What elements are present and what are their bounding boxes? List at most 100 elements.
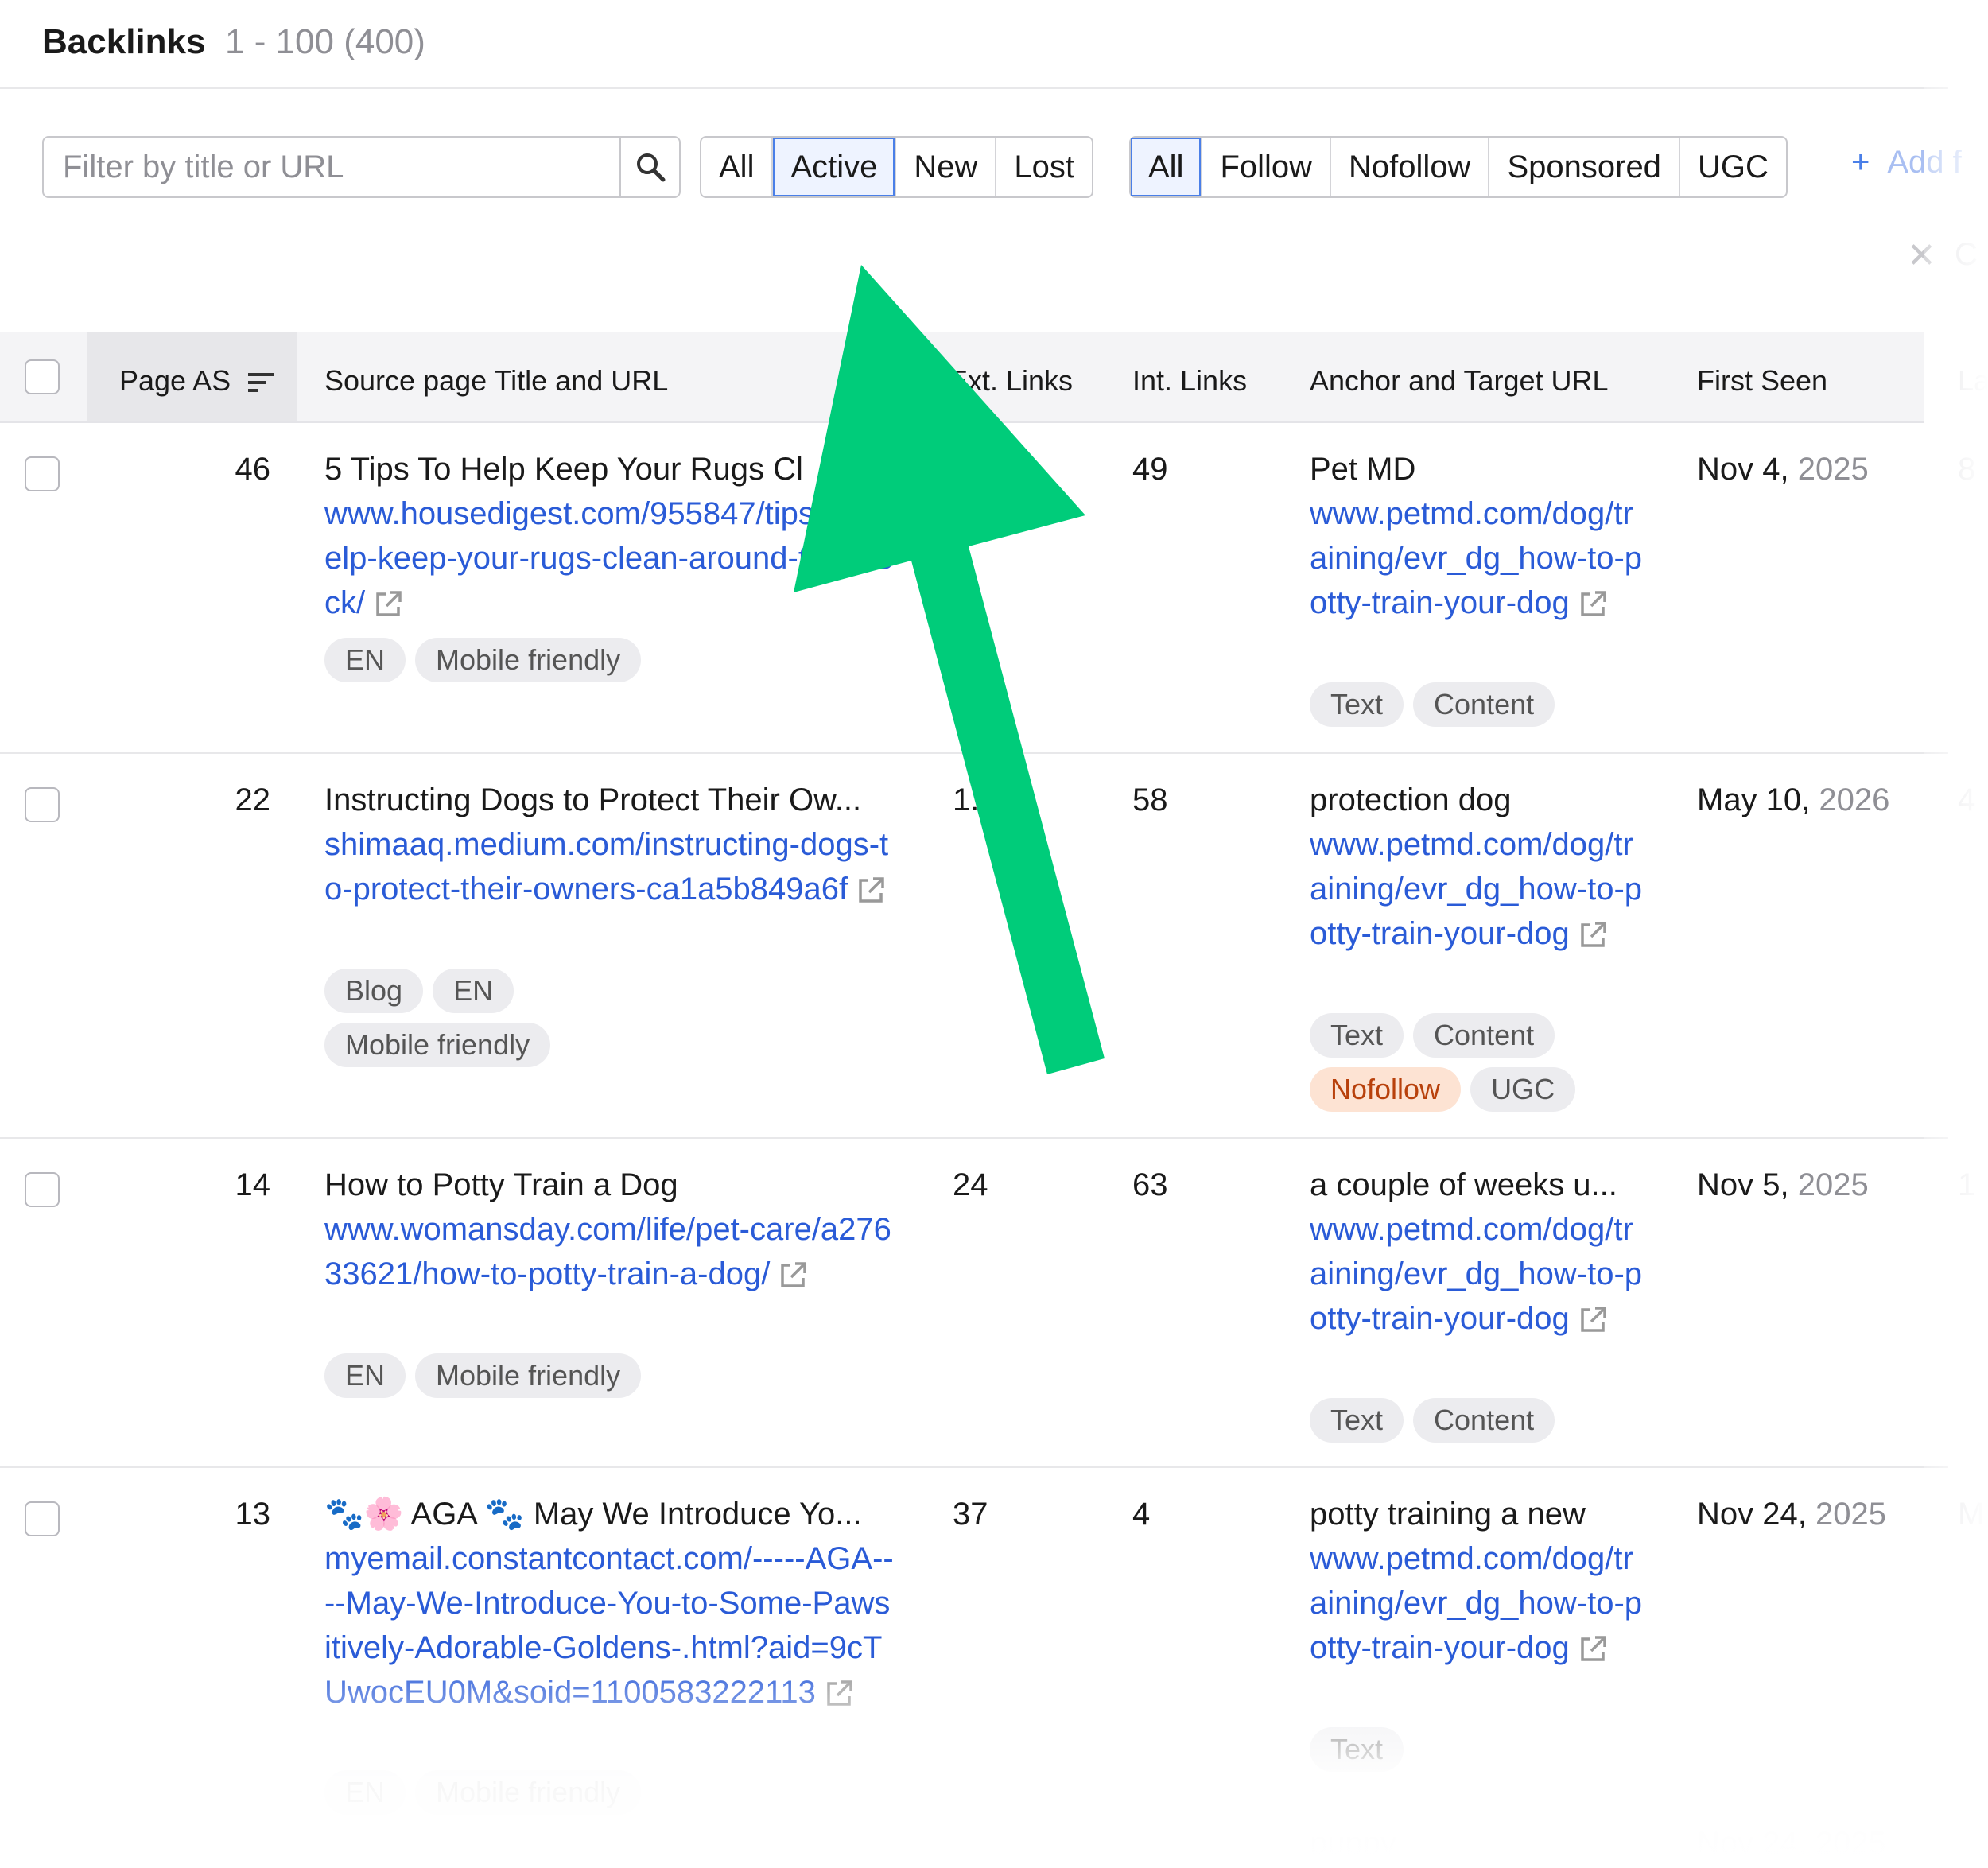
target-url[interactable]: www.petmd.com/dog/training/evr_dg_how-to… [1310, 1207, 1644, 1341]
page-as-value: 13 [235, 1497, 271, 1532]
tag: Content [1413, 682, 1555, 727]
first-seen-year: 2025 [1815, 1497, 1886, 1532]
tag: Mobile friendly [324, 1023, 551, 1067]
select-all-checkbox[interactable] [25, 359, 60, 394]
status-filter-new[interactable]: New [895, 138, 995, 196]
tag: Text [1310, 682, 1404, 727]
source-url[interactable]: myemail.constantcontact.com/-----AGA----… [324, 1536, 897, 1715]
tag: Content [1413, 1013, 1555, 1058]
tag: EN [433, 969, 514, 1013]
last-seen-value: 8 [1958, 452, 1976, 487]
page-as-value: 22 [235, 783, 271, 817]
external-link-icon [1581, 1636, 1606, 1662]
type-filter-follow[interactable]: Follow [1201, 138, 1330, 196]
link-type-filter: All Follow Nofollow Sponsored UGC [1129, 136, 1788, 198]
source-title: How to Potty Train a Dog [324, 1167, 678, 1202]
search-icon [636, 153, 665, 182]
column-source[interactable]: Source page Title and URL [324, 364, 668, 398]
page-as-value: 46 [235, 452, 271, 487]
status-filter: All Active New Lost [700, 136, 1094, 198]
row-checkbox[interactable] [25, 456, 60, 491]
search-input[interactable] [44, 138, 621, 196]
table-row: 14 How to Potty Train a Dog www.womansda… [0, 1139, 1975, 1468]
last-seen-value: 4 [1958, 783, 1976, 817]
add-filter-button[interactable]: + Add f [1851, 145, 1962, 181]
external-link-icon [1581, 591, 1606, 617]
close-icon[interactable]: ✕ [1907, 235, 1936, 276]
int-links-value: 49 [1132, 452, 1168, 487]
page-title: Backlinks [42, 22, 206, 61]
add-filter-label: Add f [1887, 145, 1962, 180]
plus-icon: + [1851, 145, 1870, 180]
first-seen-year: 2026 [1819, 783, 1890, 817]
target-url[interactable]: www.petmd.com/dog/training/evr_dg_how-to… [1310, 1536, 1644, 1670]
source-url[interactable]: shimaaq.medium.com/instructing-dogs-to-p… [324, 822, 897, 911]
ext-links-value: 24 [953, 1167, 988, 1202]
first-seen-day: Nov 4, [1697, 452, 1789, 487]
type-filter-ugc[interactable]: UGC [1678, 138, 1786, 196]
anchor-tags: Text Content [1310, 1398, 1660, 1443]
first-seen-year: 2025 [1797, 1167, 1869, 1202]
source-tags: EN Mobile friendly [324, 1770, 674, 1815]
tag: EN [324, 1353, 406, 1398]
table-row: 22 Instructing Dogs to Protect Their Ow.… [0, 754, 1975, 1139]
status-filter-lost[interactable]: Lost [995, 138, 1092, 196]
row-checkbox[interactable] [25, 1501, 60, 1536]
column-page-as-label: Page AS [119, 364, 231, 397]
status-filter-active[interactable]: Active [771, 138, 895, 196]
first-seen-year: 2025 [1797, 452, 1869, 487]
column-last-seen[interactable]: La [1958, 364, 1988, 398]
tag: Content [1413, 1398, 1555, 1443]
column-int-links[interactable]: Int. Links [1132, 364, 1247, 398]
column-ext-links[interactable]: Ext. Links [949, 364, 1073, 398]
type-filter-all[interactable]: All [1131, 138, 1202, 196]
tag: EN [324, 1770, 406, 1815]
int-links-value: 63 [1132, 1167, 1168, 1202]
row-checkbox[interactable] [25, 787, 60, 822]
sort-icon [248, 373, 274, 393]
tag: Mobile friendly [415, 1770, 642, 1815]
source-url[interactable]: www.womansday.com/life/pet-care/a2763362… [324, 1207, 897, 1296]
source-url-text: shimaaq.medium.com/instructing-dogs-to-p… [324, 827, 889, 907]
anchor-text: Pet MD [1310, 452, 1416, 487]
external-link-icon [1581, 1307, 1606, 1333]
anchor-tags: Text Content Nofollow UGC [1310, 1013, 1660, 1112]
last-seen-value: M [1958, 1497, 1985, 1532]
anchor-text: potty training a new [1310, 1497, 1586, 1532]
type-filter-sponsored[interactable]: Sponsored [1488, 138, 1678, 196]
tag: UGC [1470, 1067, 1576, 1112]
first-seen-date: May 10, 2026 [1697, 778, 1889, 822]
anchor-tags: Text [1310, 1727, 1660, 1772]
ext-links-value: 37 [953, 1497, 988, 1532]
search-box [42, 136, 681, 198]
column-page-as[interactable]: Page AS [119, 364, 275, 398]
source-title: Instructing Dogs to Protect Their Ow... [324, 783, 862, 817]
int-links-value: 4 [1132, 1497, 1151, 1532]
first-seen-date: Nov 24, 2025 [1697, 1492, 1886, 1536]
tag: Text [1310, 1013, 1404, 1058]
column-first-seen[interactable]: First Seen [1697, 364, 1827, 398]
column-anchor[interactable]: Anchor and Target URL [1310, 364, 1609, 398]
external-link-icon [859, 877, 884, 903]
int-links-value: 58 [1132, 783, 1168, 817]
tag: Mobile friendly [415, 1353, 642, 1398]
target-url[interactable]: www.petmd.com/dog/training/evr_dg_how-to… [1310, 491, 1644, 625]
tag: Mobile friendly [415, 638, 642, 682]
row-checkbox[interactable] [25, 1172, 60, 1207]
first-seen-date: Nov 5, 2025 [1697, 1163, 1869, 1207]
tag: Text [1310, 1727, 1404, 1772]
source-tags: EN Mobile friendly [324, 638, 674, 682]
status-filter-all[interactable]: All [701, 138, 771, 196]
external-link-icon [1581, 922, 1606, 948]
target-url[interactable]: www.petmd.com/dog/training/evr_dg_how-to… [1310, 822, 1644, 956]
external-link-icon [827, 1680, 852, 1707]
source-url[interactable]: www.housedigest.com/955847/tips-to-help-… [324, 491, 897, 625]
search-button[interactable] [619, 138, 679, 196]
page-as-value: 14 [235, 1167, 271, 1202]
partial-anchor-text: puppy [1310, 1826, 1396, 1861]
tag: EN [324, 638, 406, 682]
results-count: 1 - 100 (400) [225, 22, 425, 61]
type-filter-nofollow[interactable]: Nofollow [1330, 138, 1488, 196]
anchor-tags: Text Content [1310, 682, 1660, 727]
first-seen-day: Nov 5, [1697, 1167, 1789, 1202]
